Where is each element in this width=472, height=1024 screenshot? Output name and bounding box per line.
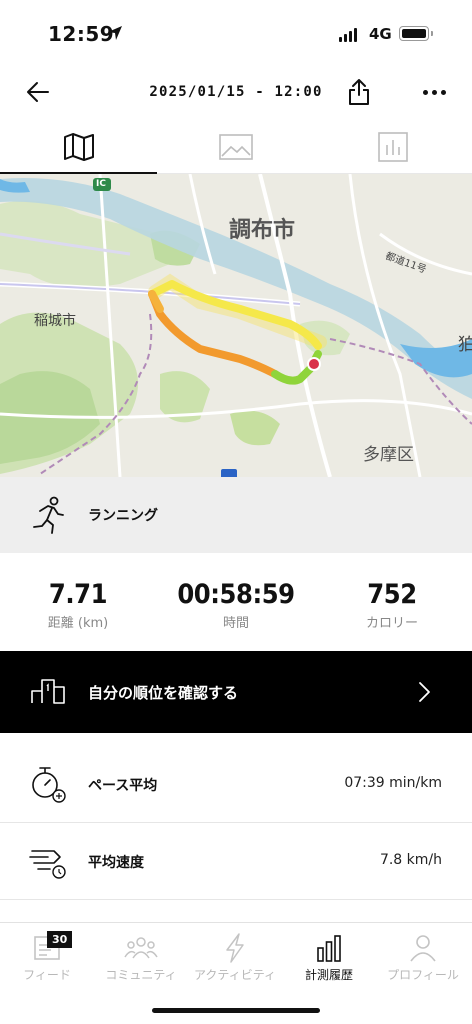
pace-value: 07:39 min/km [344, 775, 442, 791]
signal-icon [339, 28, 357, 42]
home-indicator [152, 1008, 320, 1013]
check-ranking-button[interactable]: 自分の順位を確認する [0, 651, 472, 733]
nav-history[interactable]: 計測履歴 [282, 931, 376, 983]
location-arrow-icon [108, 26, 122, 40]
view-tabs [0, 120, 472, 174]
speed-value: 7.8 km/h [379, 852, 442, 868]
map-label-inagi: 稲城市 [34, 313, 76, 329]
stat-distance: 7.71 距離 (km) [8, 579, 148, 631]
nav-activity-label: アクティビティ [194, 968, 276, 982]
map-label-tama: 多摩区 [363, 445, 414, 465]
history-bars-icon [317, 935, 341, 962]
tab-stats[interactable] [315, 120, 472, 173]
map-icon [63, 132, 94, 161]
nav-activity[interactable]: アクティビティ [188, 931, 282, 983]
nav-community[interactable]: コミュニティ [94, 931, 188, 983]
nav-profile[interactable]: プロフィール [376, 931, 470, 983]
share-icon[interactable] [343, 76, 375, 108]
status-bar: 12:59 4G [0, 0, 472, 64]
time-label: 時間 [222, 616, 249, 631]
metric-row-pace[interactable]: ペース平均 07:39 min/km [0, 746, 472, 823]
map-label-ic: IC [96, 179, 106, 189]
battery-icon [399, 26, 433, 41]
running-icon [33, 496, 64, 534]
image-icon [219, 133, 253, 160]
header: 2025/01/15 - 12:00 [0, 64, 472, 120]
nav-feed-label: フィード [23, 968, 71, 982]
calories-label: カロリー [365, 616, 418, 631]
nav-feed[interactable]: 30 フィード [0, 931, 94, 983]
stopwatch-icon [32, 767, 66, 803]
activity-type-label: ランニング [88, 508, 158, 524]
tab-map[interactable] [0, 120, 158, 174]
profile-icon [410, 935, 436, 962]
bar-chart-icon [378, 131, 409, 162]
distance-label: 距離 (km) [47, 616, 109, 631]
speed-label: 平均速度 [88, 855, 144, 871]
community-icon [124, 937, 158, 959]
map-label-edge: 狛 [458, 335, 472, 355]
network-type: 4G [369, 25, 392, 43]
stat-time: 00:58:59 時間 [166, 579, 306, 631]
podium-icon [31, 679, 65, 704]
time-value: 00:58:59 [177, 579, 295, 610]
page-title: 2025/01/15 - 12:00 [149, 84, 323, 100]
nav-history-label: 計測履歴 [304, 968, 353, 982]
route-end-marker [307, 357, 321, 371]
calories-value: 752 [367, 579, 417, 610]
more-icon[interactable] [418, 80, 450, 104]
feed-badge: 30 [47, 931, 73, 948]
map-label-chofu: 調布市 [229, 218, 296, 243]
metric-row-speed[interactable]: 平均速度 7.8 km/h [0, 823, 472, 900]
pace-label: ペース平均 [88, 778, 158, 794]
nav-community-label: コミュニティ [105, 968, 177, 982]
tab-photos[interactable] [157, 120, 314, 173]
nav-profile-label: プロフィール [387, 968, 459, 982]
status-time: 12:59 [48, 22, 115, 46]
stats-summary: 7.71 距離 (km) 00:58:59 時間 752 カロリー [0, 553, 472, 651]
check-ranking-label: 自分の順位を確認する [88, 684, 239, 702]
distance-value: 7.71 [48, 579, 108, 610]
lightning-icon [226, 933, 244, 963]
route-map[interactable]: 調布市 稲城市 多摩区 都道11号 IC 狛 [0, 174, 472, 477]
activity-type-row[interactable]: ランニング [0, 477, 472, 553]
chevron-right-icon [419, 682, 430, 702]
stat-calories: 752 カロリー [322, 579, 462, 631]
speed-icon [29, 850, 66, 879]
